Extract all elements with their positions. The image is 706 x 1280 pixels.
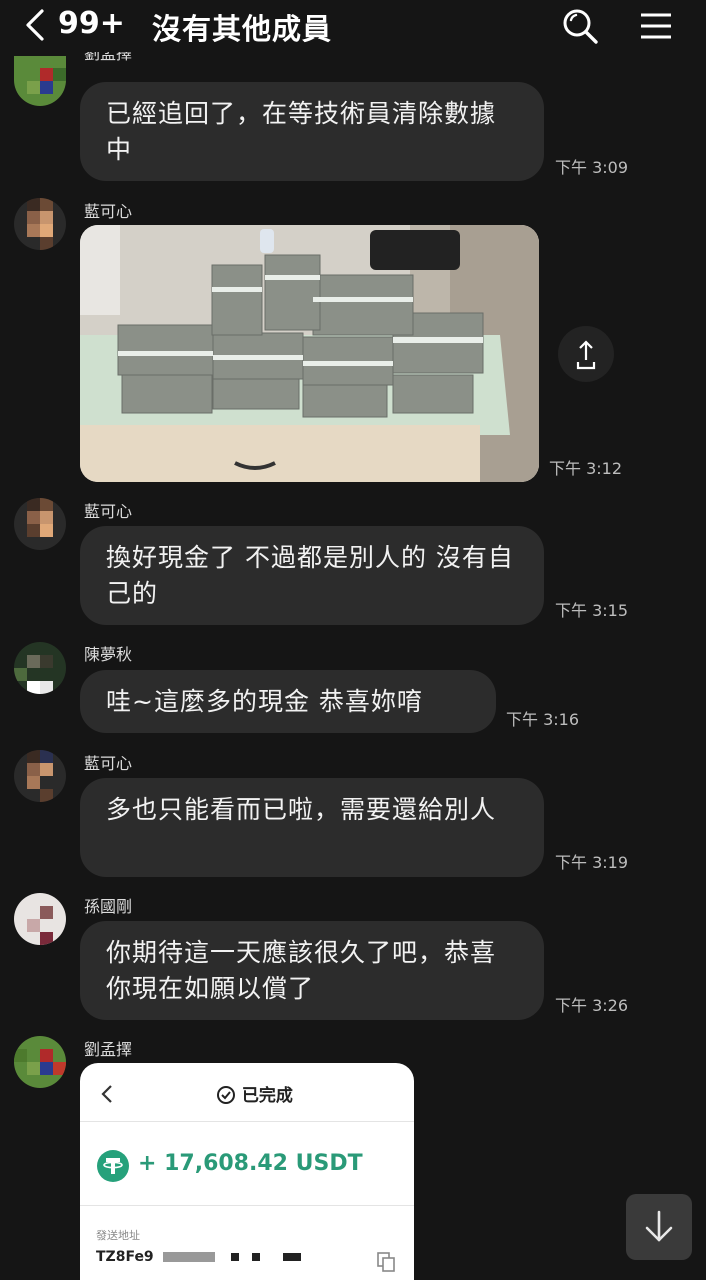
cash-photo[interactable]	[80, 225, 539, 482]
avatar[interactable]	[14, 498, 66, 550]
cash-photo-image	[80, 225, 539, 482]
menu-icon[interactable]	[636, 6, 676, 46]
chat-header: 99+ 沒有其他成員	[0, 0, 706, 52]
message-time: 下午 3:09	[555, 158, 629, 177]
unread-count[interactable]: 99+	[58, 6, 125, 41]
share-button[interactable]	[558, 326, 614, 382]
message-time: 下午 3:26	[555, 996, 629, 1015]
chat-title: 沒有其他成員	[152, 12, 333, 46]
transaction-screenshot[interactable]: 已完成 + 17,608.42 USDT 發送地址 TZ8Fe9	[80, 1063, 414, 1280]
message-bubble[interactable]: 已經追回了，在等技術員清除數據中	[80, 82, 544, 181]
receipt-amount: + 17,608.42 USDT	[138, 1151, 363, 1176]
address-value: TZ8Fe9	[96, 1249, 302, 1265]
message-time: 下午 3:12	[549, 459, 623, 478]
divider	[80, 1205, 414, 1206]
copy-icon	[377, 1252, 395, 1272]
message-bubble[interactable]: 哇~這麼多的現金 恭喜妳唷	[80, 670, 496, 733]
avatar[interactable]	[14, 198, 66, 250]
sender-name: 劉孟擇	[84, 1040, 133, 1059]
message-bubble[interactable]: 你期待這一天應該很久了吧，恭喜你現在如願以償了	[80, 921, 544, 1020]
message-time: 下午 3:19	[555, 853, 629, 872]
sender-name: 藍可心	[84, 754, 133, 773]
avatar[interactable]	[14, 1036, 66, 1088]
sender-name: 孫國剛	[84, 897, 133, 916]
tether-icon	[97, 1150, 129, 1182]
message-bubble[interactable]: 換好現金了 不過都是別人的 沒有自己的	[80, 526, 544, 625]
divider	[80, 1121, 414, 1122]
avatar[interactable]	[14, 642, 66, 694]
address-label: 發送地址	[96, 1229, 140, 1242]
avatar[interactable]	[14, 56, 66, 106]
receipt-status: 已完成	[216, 1081, 293, 1106]
back-chevron-icon	[101, 1085, 112, 1103]
scroll-down-button[interactable]	[626, 1194, 692, 1260]
message-time: 下午 3:15	[555, 601, 629, 620]
avatar[interactable]	[14, 750, 66, 802]
share-icon	[576, 340, 596, 370]
message-time: 下午 3:16	[506, 710, 580, 729]
check-circle-icon	[217, 1086, 235, 1104]
sender-name: 藍可心	[84, 502, 133, 521]
message-bubble[interactable]: 多也只能看而已啦，需要還給別人	[80, 778, 544, 877]
sender-name: 藍可心	[84, 202, 133, 221]
avatar[interactable]	[14, 893, 66, 945]
sender-name: 陳夢秋	[84, 645, 133, 664]
scroll-down-icon	[645, 1210, 673, 1242]
search-icon[interactable]	[560, 6, 600, 46]
back-chevron-icon[interactable]	[22, 8, 52, 42]
sender-name: 劉孟擇	[84, 52, 133, 63]
